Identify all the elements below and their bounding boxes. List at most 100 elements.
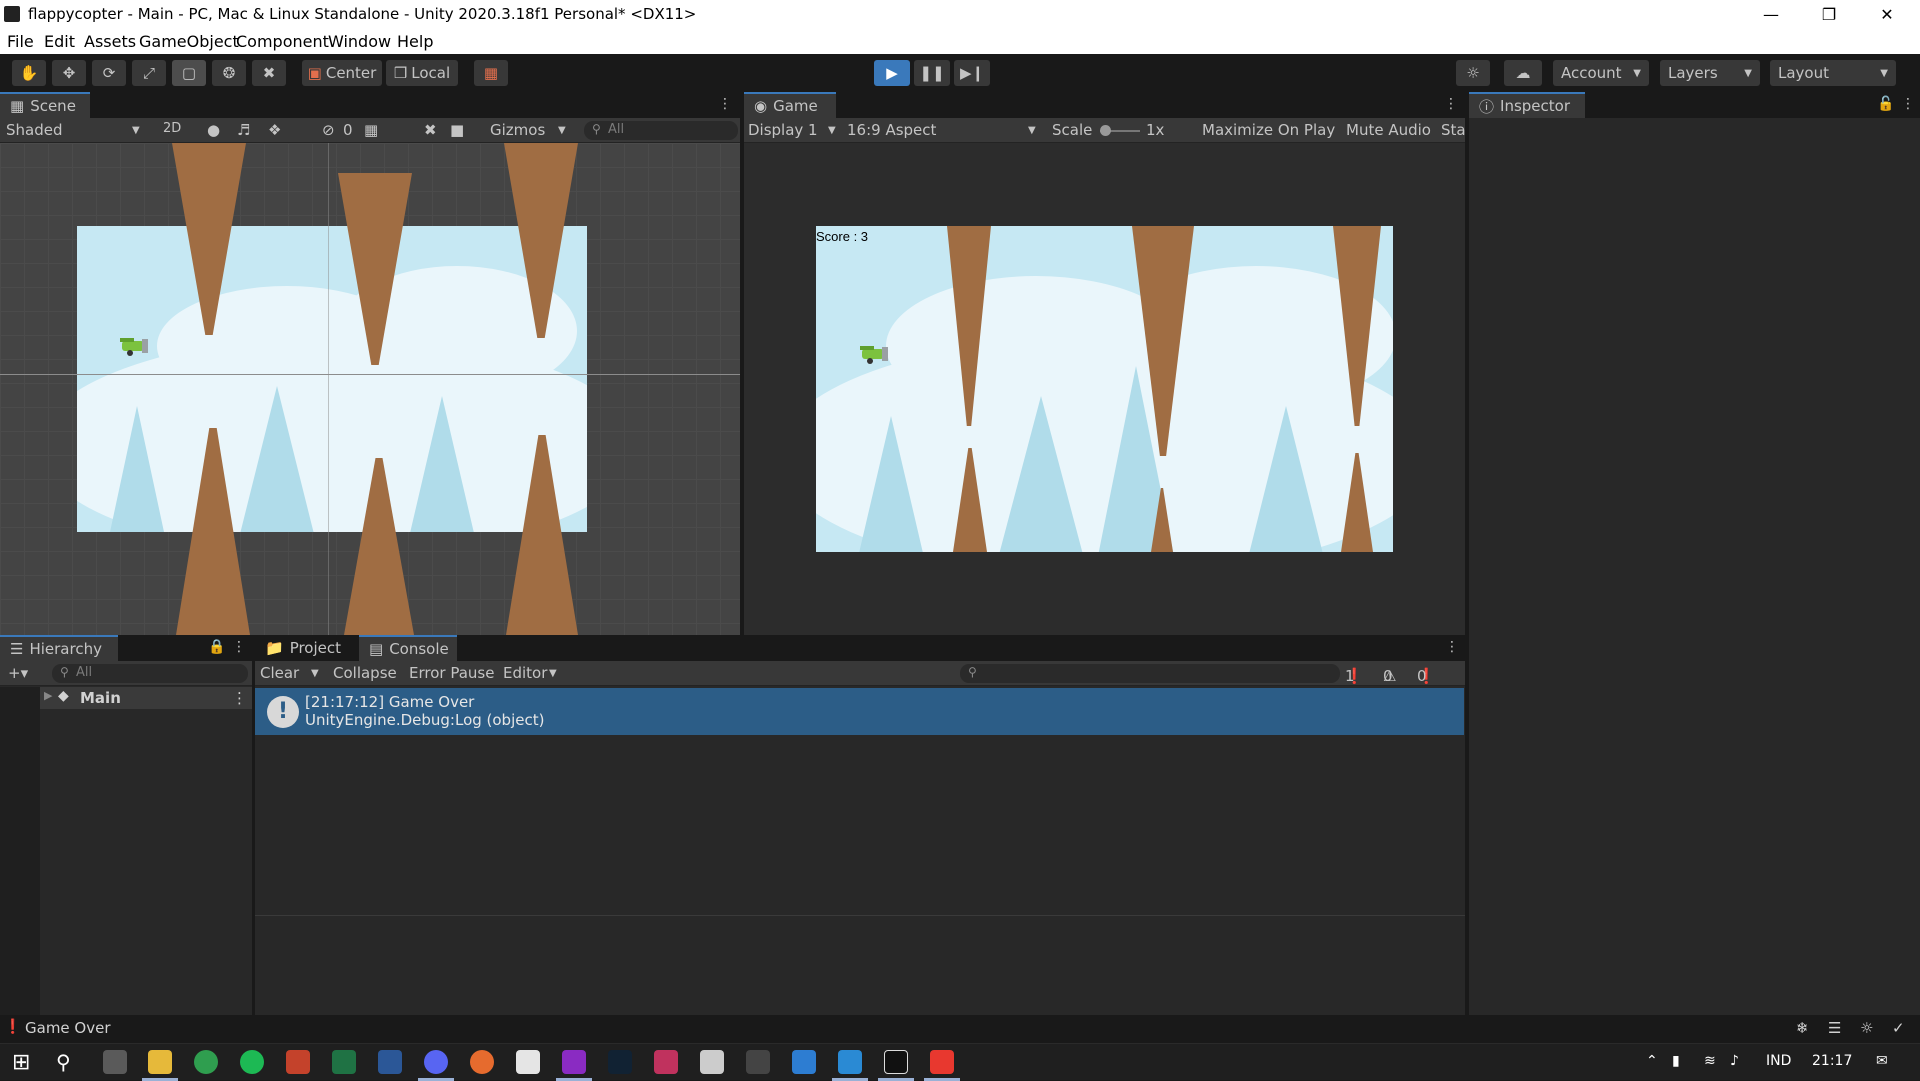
collapse-button[interactable]: Collapse: [333, 664, 397, 682]
chevron-down-icon[interactable]: ▼: [311, 668, 319, 679]
lighting-icon[interactable]: ●: [207, 121, 220, 139]
menu-edit[interactable]: Edit: [44, 32, 75, 51]
lock-icon[interactable]: 🔓: [1877, 96, 1894, 112]
davinci-icon[interactable]: [608, 1050, 632, 1074]
inkscape-icon[interactable]: [700, 1050, 724, 1074]
custom-tool-icon[interactable]: ✖: [252, 60, 286, 86]
effects-icon[interactable]: ❖: [268, 121, 281, 139]
rotate-tool-icon[interactable]: ⟳: [92, 60, 126, 86]
aspect-dropdown[interactable]: 16:9 Aspect: [847, 121, 936, 139]
tab-console[interactable]: ▤ Console: [359, 635, 457, 661]
vscode-icon[interactable]: [838, 1050, 862, 1074]
pivot-center-button[interactable]: ▣ Center: [302, 60, 382, 86]
notification-icon[interactable]: ✉: [1876, 1053, 1888, 1069]
restore-icon[interactable]: ❐: [1800, 0, 1858, 29]
menu-help[interactable]: Help: [397, 32, 433, 51]
audio-icon[interactable]: ♬: [237, 121, 250, 139]
space-local-button[interactable]: ❒ Local: [386, 60, 458, 86]
editor-dropdown[interactable]: Editor: [503, 664, 547, 682]
excel-icon[interactable]: [332, 1050, 356, 1074]
scene-search-input[interactable]: ⚲ All: [584, 121, 738, 140]
add-icon[interactable]: +▾: [8, 664, 28, 682]
collab-icon[interactable]: ☼: [1456, 60, 1490, 86]
hand-tool-icon[interactable]: ✋: [12, 60, 46, 86]
search-icon[interactable]: ⚲: [56, 1050, 71, 1074]
app-purple-icon[interactable]: [562, 1050, 586, 1074]
stats-toggle[interactable]: Sta: [1441, 121, 1466, 139]
grid-icon[interactable]: ▦: [364, 121, 378, 139]
clear-button[interactable]: Clear: [260, 664, 299, 682]
more-icon[interactable]: ⋮: [232, 689, 247, 707]
pause-button[interactable]: ❚❚: [914, 60, 950, 86]
file-explorer-icon[interactable]: [148, 1050, 172, 1074]
word-icon[interactable]: [378, 1050, 402, 1074]
more-icon[interactable]: ⋮: [232, 639, 246, 655]
minimize-icon[interactable]: —: [1742, 0, 1800, 29]
store-icon[interactable]: [103, 1050, 127, 1074]
grid-snap-icon[interactable]: ▦: [474, 60, 508, 86]
error-pause-button[interactable]: Error Pause: [409, 664, 494, 682]
move-tool-icon[interactable]: ✥: [52, 60, 86, 86]
scale-slider-handle[interactable]: [1100, 125, 1111, 136]
chevron-up-icon[interactable]: ⌃: [1646, 1053, 1658, 1069]
app-blue-icon[interactable]: [792, 1050, 816, 1074]
console-search-input[interactable]: ⚲: [960, 664, 1340, 683]
cloud-icon[interactable]: ☁: [1504, 60, 1542, 86]
wifi-icon[interactable]: ≋: [1704, 1053, 1716, 1069]
layers-dropdown[interactable]: Layers ▼: [1660, 60, 1760, 86]
app-red-icon[interactable]: [654, 1050, 678, 1074]
more-icon[interactable]: ⋮: [1901, 96, 1915, 112]
battery-icon[interactable]: ▮: [1672, 1053, 1680, 1069]
layers-status-icon[interactable]: ☰: [1828, 1019, 1841, 1037]
unity-hub-icon[interactable]: [516, 1050, 540, 1074]
gizmos-dropdown[interactable]: Gizmos: [490, 121, 545, 139]
debug-icon[interactable]: ❄: [1796, 1019, 1809, 1037]
game-build-icon[interactable]: [930, 1050, 954, 1074]
maximize-on-play-toggle[interactable]: Maximize On Play: [1202, 121, 1335, 139]
discord-icon[interactable]: [424, 1050, 448, 1074]
display-dropdown[interactable]: Display 1: [748, 121, 818, 139]
close-icon[interactable]: ✕: [1858, 0, 1916, 29]
account-dropdown[interactable]: Account ▼: [1553, 60, 1649, 86]
firefox-icon[interactable]: [470, 1050, 494, 1074]
more-icon[interactable]: ⋮: [718, 96, 732, 112]
tab-hierarchy[interactable]: ☰ Hierarchy: [0, 635, 118, 661]
volume-icon[interactable]: ♪: [1730, 1053, 1739, 1069]
chrome-icon[interactable]: [194, 1050, 218, 1074]
tab-project[interactable]: 📁 Project: [255, 635, 359, 661]
scene-viewport[interactable]: [0, 143, 740, 635]
scale-tool-icon[interactable]: ⤢: [132, 60, 166, 86]
transform-tool-icon[interactable]: ❂: [212, 60, 246, 86]
status-message[interactable]: Game Over: [25, 1019, 111, 1037]
menu-file[interactable]: File: [7, 32, 34, 51]
menu-assets[interactable]: Assets: [84, 32, 136, 51]
more-icon[interactable]: ⋮: [1444, 96, 1458, 112]
check-icon[interactable]: ✓: [1892, 1019, 1905, 1037]
tab-inspector[interactable]: ⓘ Inspector: [1469, 92, 1585, 118]
hidden-objects-icon[interactable]: ⊘: [322, 121, 335, 139]
menu-gameobject[interactable]: GameObject: [139, 32, 239, 51]
toggle-2d-button[interactable]: 2D: [163, 121, 181, 136]
shading-dropdown[interactable]: Shaded: [6, 121, 63, 139]
unity-editor-icon[interactable]: [884, 1050, 908, 1074]
language-indicator[interactable]: IND: [1766, 1053, 1791, 1069]
layout-dropdown[interactable]: Layout ▼: [1770, 60, 1896, 86]
step-button[interactable]: ▶❙: [954, 60, 990, 86]
clock[interactable]: 21:17: [1812, 1053, 1852, 1069]
tab-scene[interactable]: ▦ Scene: [0, 92, 90, 118]
unity-icon[interactable]: [746, 1050, 770, 1074]
tools-icon[interactable]: ✖: [424, 121, 437, 139]
tab-game[interactable]: ◉ Game: [744, 92, 836, 118]
console-log-entry[interactable]: ! [21:17:12] Game Over UnityEngine.Debug…: [255, 688, 1464, 735]
hierarchy-search-input[interactable]: ⚲ All: [52, 664, 248, 683]
camera-icon[interactable]: ■: [450, 121, 464, 139]
auto-gen-lighting-icon[interactable]: ☼: [1860, 1019, 1873, 1037]
hierarchy-item-main[interactable]: ▶ ◆ Main ⋮: [40, 687, 252, 709]
expand-arrow-icon[interactable]: ▶: [44, 689, 52, 702]
mute-audio-toggle[interactable]: Mute Audio: [1346, 121, 1431, 139]
spotify-icon[interactable]: [240, 1050, 264, 1074]
menu-component[interactable]: Component: [236, 32, 329, 51]
more-icon[interactable]: ⋮: [1445, 639, 1459, 655]
menu-window[interactable]: Window: [328, 32, 391, 51]
play-button[interactable]: ▶: [874, 60, 910, 86]
